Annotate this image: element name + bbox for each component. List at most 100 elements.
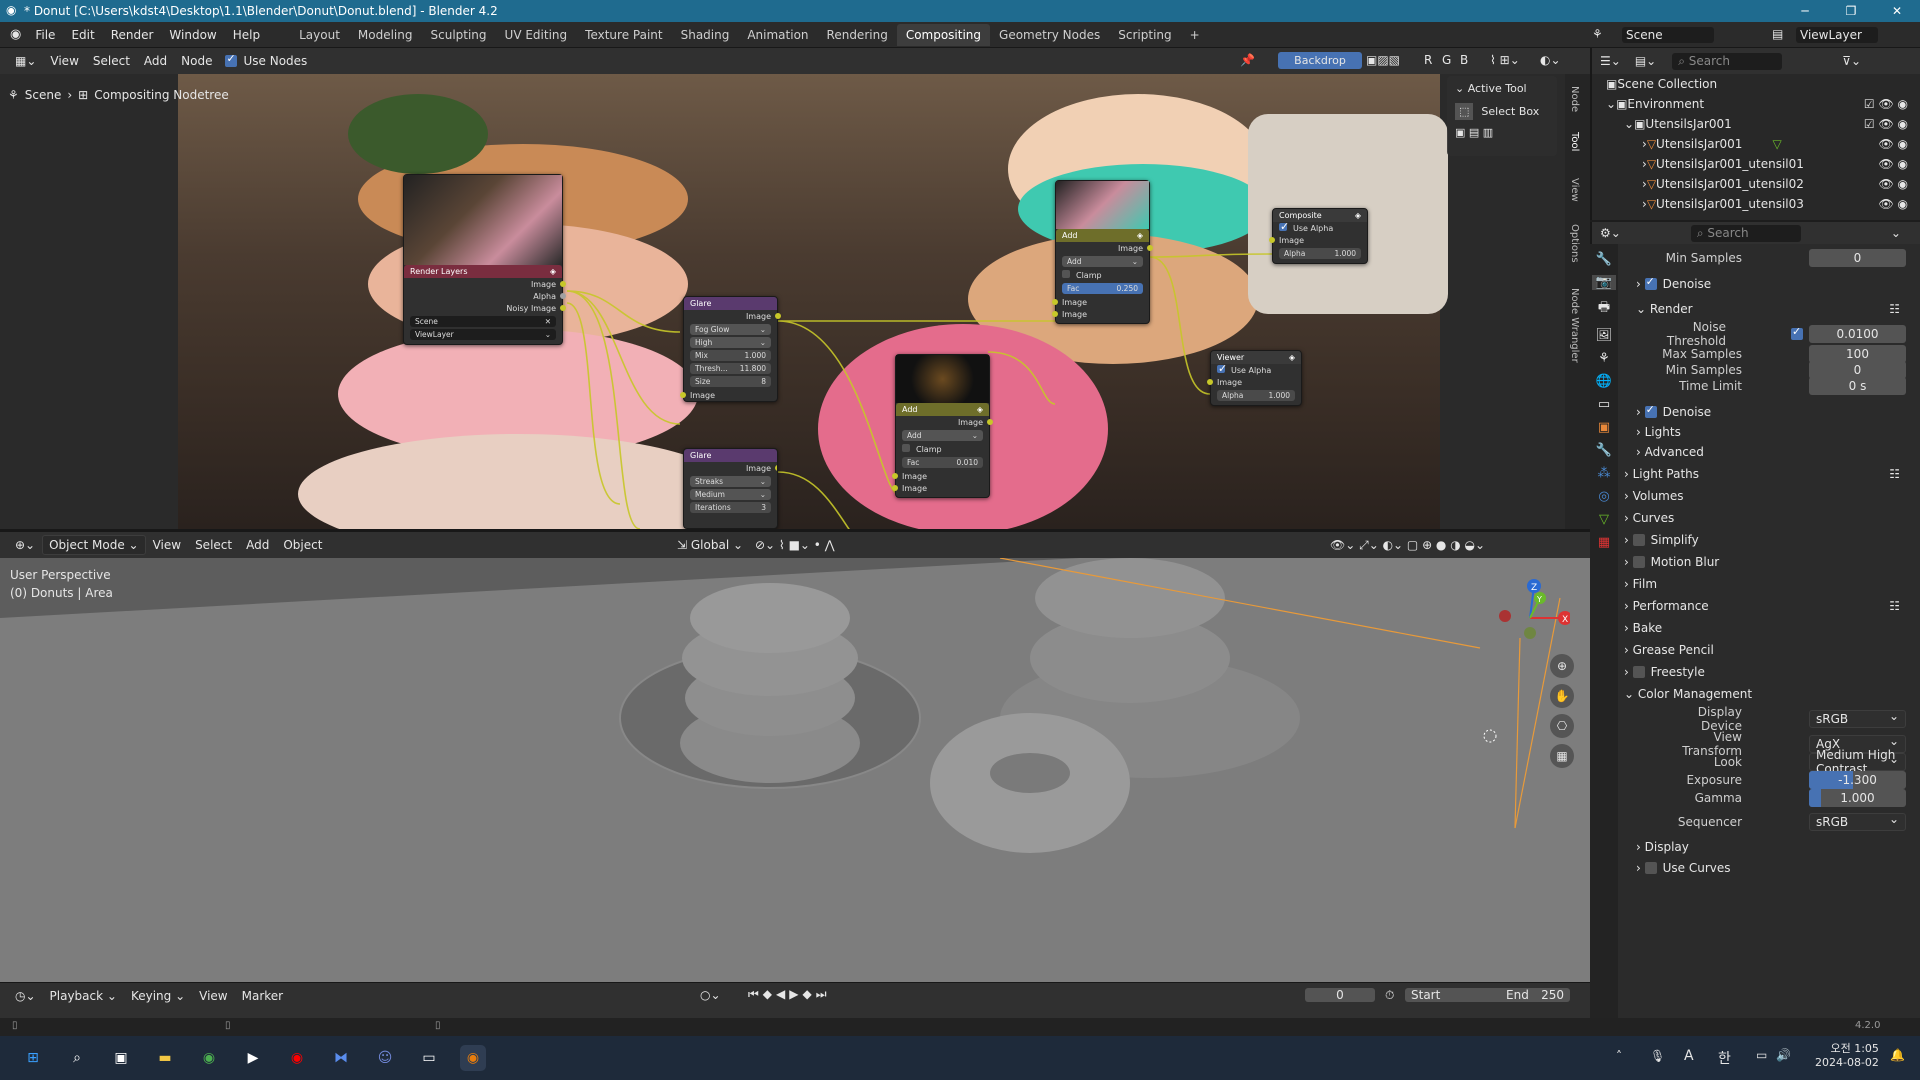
node-header[interactable]: Glare bbox=[684, 449, 777, 462]
glare-type-dropdown[interactable]: Fog Glow ⌄ bbox=[690, 324, 771, 335]
look-dropdown[interactable]: Medium High Contrast bbox=[1809, 748, 1906, 776]
node-composite[interactable]: Composite◈ Use Alpha Image Alpha1.000 bbox=[1269, 208, 1368, 264]
node-menu-select[interactable]: Select bbox=[86, 54, 137, 68]
view-layer-tab-icon[interactable]: 🖼 bbox=[1596, 328, 1613, 343]
node-render-layers[interactable]: Render Layers ◈ Image Alpha Noisy Image S… bbox=[403, 174, 566, 345]
world-tab-icon[interactable]: 🌐 bbox=[1596, 374, 1612, 389]
clamp-checkbox[interactable]: Clamp bbox=[1056, 269, 1149, 281]
timeline-playback-menu[interactable]: Playback ⌄ bbox=[43, 989, 124, 1003]
selection-mode-icons[interactable]: ▣ ▤ ▥ bbox=[1447, 122, 1557, 143]
output-tab-icon[interactable]: 🖶 bbox=[1598, 298, 1610, 320]
layer-field[interactable]: ViewLayer ⌄ bbox=[410, 329, 556, 340]
node-menu-node[interactable]: Node bbox=[174, 54, 219, 68]
noise-threshold-field[interactable]: 0.0100 bbox=[1809, 325, 1906, 343]
tab-node[interactable]: Node bbox=[1569, 86, 1580, 112]
chevron-down-icon[interactable]: ⌄ bbox=[1891, 226, 1901, 240]
use-curves-subpanel[interactable]: › Use Curves bbox=[1636, 858, 1912, 878]
clamp-checkbox[interactable]: Clamp bbox=[896, 443, 989, 455]
start-icon[interactable]: ⊞ bbox=[20, 1045, 46, 1071]
denoise-subpanel[interactable]: › Denoise bbox=[1636, 274, 1912, 294]
texture-tab-icon[interactable]: ▦ bbox=[1598, 535, 1610, 550]
output-noisy-image[interactable]: Noisy Image bbox=[404, 302, 566, 314]
chevron-down-icon[interactable]: ⌄ bbox=[1455, 82, 1468, 95]
presets-icon[interactable]: ☷ bbox=[1889, 599, 1900, 613]
blender-menu-icon[interactable]: ◉ bbox=[10, 27, 21, 42]
freestyle-panel[interactable]: › Freestyle bbox=[1624, 662, 1912, 682]
simplify-panel[interactable]: › Simplify bbox=[1624, 530, 1912, 550]
presets-icon[interactable]: ☷ bbox=[1889, 467, 1900, 481]
visibility-icons[interactable]: 👁 ◉ bbox=[1878, 177, 1908, 191]
input-image[interactable]: Image bbox=[680, 389, 777, 401]
input-image-1[interactable]: Image bbox=[1052, 296, 1149, 308]
tab-layout[interactable]: Layout bbox=[290, 24, 349, 46]
channel-b-button[interactable]: B bbox=[1460, 53, 1468, 67]
node-editor[interactable]: Render Layers ◈ Image Alpha Noisy Image S… bbox=[0, 74, 1590, 529]
output-image[interactable]: Image bbox=[684, 310, 781, 322]
glare-type-dropdown[interactable]: Streaks ⌄ bbox=[690, 476, 771, 487]
data-tab-icon[interactable]: ▽ bbox=[1599, 512, 1609, 527]
clock[interactable]: 오전 1:05 2024-08-02 bbox=[1815, 1040, 1879, 1069]
bake-panel[interactable]: › Bake bbox=[1624, 618, 1912, 638]
playback-controls[interactable]: ⏮◆◀▶◆⏭ bbox=[748, 987, 831, 1002]
input-image[interactable]: Image bbox=[1207, 376, 1301, 388]
menu-help[interactable]: Help bbox=[225, 28, 268, 42]
glare-quality-dropdown[interactable]: High ⌄ bbox=[690, 337, 771, 348]
outliner-search[interactable]: ⌕ Search bbox=[1672, 52, 1783, 70]
backdrop-button[interactable]: Backdrop bbox=[1278, 52, 1362, 69]
display-mode-icon[interactable]: ▤⌄ bbox=[1635, 54, 1656, 68]
media-player-icon[interactable]: ▶ bbox=[240, 1045, 266, 1071]
scene-field[interactable]: Scene ✕ bbox=[410, 316, 556, 327]
modifier-tab-icon[interactable]: 🔧 bbox=[1596, 443, 1612, 458]
particles-tab-icon[interactable]: ⁂ bbox=[1598, 466, 1611, 481]
visibility-icons[interactable]: 👁⌄ ⤢⌄ ◐⌄ ▢ ⊕ ● ◑ ◒⌄ bbox=[1330, 538, 1485, 553]
performance-panel[interactable]: › Performance ☷ bbox=[1624, 596, 1912, 616]
tab-rendering[interactable]: Rendering bbox=[818, 24, 897, 46]
viewport-menu-add[interactable]: Add bbox=[239, 538, 276, 552]
collection-tab-icon[interactable]: ▭ bbox=[1598, 397, 1610, 412]
end-frame-field[interactable]: End 250 bbox=[1500, 988, 1570, 1002]
outliner-row[interactable]: ▣ Scene Collection bbox=[1592, 74, 1920, 94]
glare-quality-dropdown[interactable]: Medium ⌄ bbox=[690, 489, 771, 500]
discord-icon[interactable]: ☺ bbox=[372, 1045, 398, 1071]
blender-taskbar-icon[interactable]: ◉ bbox=[460, 1045, 486, 1071]
use-alpha-checkbox[interactable]: Use Alpha bbox=[1211, 362, 1301, 376]
editor-type-icon[interactable]: ◷⌄ bbox=[8, 989, 43, 1003]
tab-sculpting[interactable]: Sculpting bbox=[422, 24, 496, 46]
iterations-field[interactable]: Iterations 3 bbox=[690, 502, 771, 513]
alpha-field[interactable]: Alpha 1.000 bbox=[1279, 248, 1361, 259]
motion-blur-checkbox[interactable] bbox=[1632, 556, 1645, 568]
editor-type-icon[interactable]: ▦⌄ bbox=[8, 54, 43, 68]
task-view-icon[interactable]: ▣ bbox=[108, 1045, 134, 1071]
pivot-icon[interactable]: ⊘⌄ ⌇ ■⌄ • ⋀ bbox=[755, 538, 835, 552]
app-icon[interactable]: ⧓ bbox=[328, 1045, 354, 1071]
menu-file[interactable]: File bbox=[27, 28, 63, 42]
visibility-icons[interactable]: 👁 ◉ bbox=[1878, 197, 1908, 211]
chevron-down-icon[interactable]: ⌄ bbox=[1624, 117, 1634, 131]
maximize-button[interactable]: ❐ bbox=[1828, 0, 1874, 22]
tab-options[interactable]: Options bbox=[1569, 224, 1580, 263]
orientation-dropdown[interactable]: ⇲ Global ⌄ bbox=[670, 538, 750, 552]
display-subpanel[interactable]: › Display bbox=[1636, 837, 1912, 857]
output-image[interactable]: Image bbox=[1056, 242, 1153, 254]
blend-mode-dropdown[interactable]: Add ⌄ bbox=[1062, 256, 1143, 267]
tab-compositing[interactable]: Compositing bbox=[896, 23, 991, 46]
outliner-row[interactable]: ⌄ ▣ UtensilsJar001 ☑ 👁 ◉ bbox=[1592, 114, 1920, 134]
tab-scripting[interactable]: Scripting bbox=[1109, 24, 1180, 46]
menu-window[interactable]: Window bbox=[161, 28, 224, 42]
outliner-row[interactable]: ⌄ ▣ Environment ☑ 👁 ◉ bbox=[1592, 94, 1920, 114]
tab-shading[interactable]: Shading bbox=[672, 24, 739, 46]
use-nodes-checkbox[interactable] bbox=[225, 52, 238, 67]
tab-view[interactable]: View bbox=[1569, 178, 1580, 202]
chrome-icon[interactable]: ◉ bbox=[196, 1045, 222, 1071]
input-image-2[interactable]: Image bbox=[1052, 308, 1149, 320]
volumes-panel[interactable]: › Volumes bbox=[1624, 486, 1912, 506]
chevron-up-icon[interactable]: ˄ bbox=[1616, 1049, 1622, 1063]
tab-node-wrangler[interactable]: Node Wrangler bbox=[1569, 288, 1580, 363]
gamma-slider[interactable]: 1.000 bbox=[1809, 789, 1906, 807]
input-image-2[interactable]: Image bbox=[892, 482, 989, 494]
channel-r-button[interactable]: R bbox=[1424, 53, 1432, 67]
viewport-menu-view[interactable]: View bbox=[146, 538, 188, 552]
viewport-menu-object[interactable]: Object bbox=[276, 538, 329, 552]
minimize-button[interactable]: ─ bbox=[1782, 0, 1828, 22]
menu-render[interactable]: Render bbox=[103, 28, 162, 42]
